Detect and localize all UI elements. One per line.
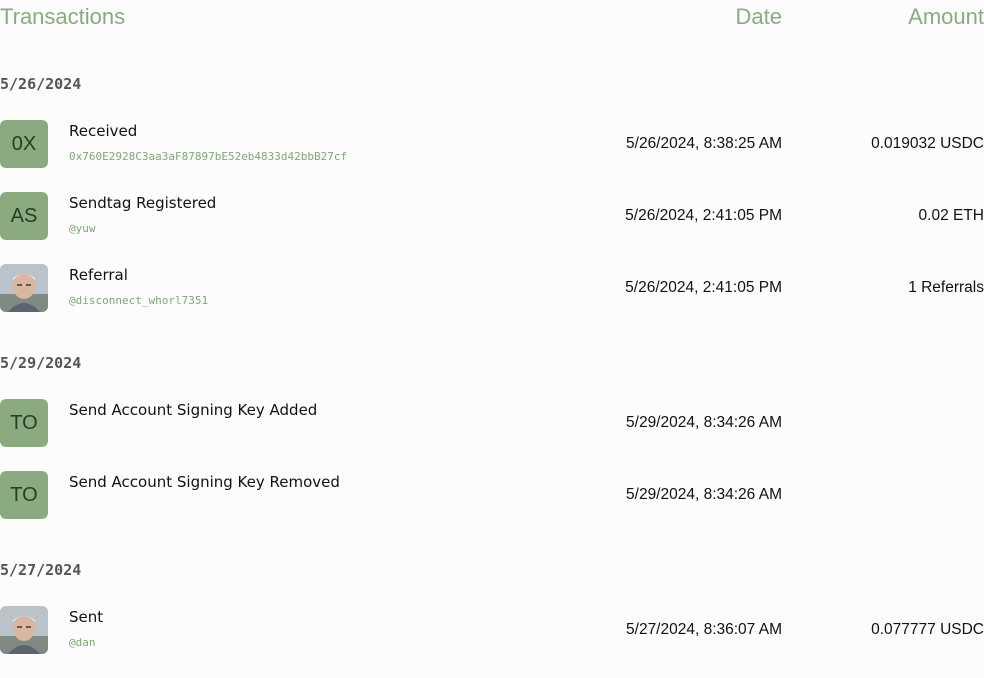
- transaction-row[interactable]: TO Send Account Signing Key Added 5/29/2…: [0, 399, 984, 447]
- transaction-title: Send Account Signing Key Removed: [69, 473, 340, 491]
- avatar-initials: 0X: [11, 132, 37, 155]
- group-date-heading: 5/26/2024: [0, 75, 82, 93]
- transaction-datetime: 5/26/2024, 8:38:25 AM: [626, 135, 782, 152]
- transactions-page: Transactions Date Amount 5/26/2024 0X Re…: [0, 0, 984, 678]
- avatar[interactable]: 0X: [0, 120, 48, 168]
- transaction-amount: 0.077777 USDC: [871, 621, 984, 638]
- transaction-handle[interactable]: @disconnect_whorl7351: [69, 294, 208, 307]
- portrait-icon: [0, 606, 48, 654]
- avatar[interactable]: AS: [0, 192, 48, 240]
- transaction-amount: 1 Referrals: [908, 279, 984, 296]
- avatar-initials: TO: [10, 411, 38, 434]
- transaction-address[interactable]: 0x760E2928C3aa3aF87897bE52eb4833d42bbB27…: [69, 150, 347, 163]
- transaction-datetime: 5/29/2024, 8:34:26 AM: [626, 414, 782, 431]
- transaction-row[interactable]: AS Sendtag Registered @yuw 5/26/2024, 2:…: [0, 192, 984, 240]
- transaction-handle[interactable]: @yuw: [69, 222, 96, 235]
- group-date-heading: 5/29/2024: [0, 354, 82, 372]
- transaction-datetime: 5/27/2024, 8:36:07 AM: [626, 621, 782, 638]
- transaction-datetime: 5/26/2024, 2:41:05 PM: [625, 207, 782, 224]
- avatar-initials: TO: [10, 483, 38, 506]
- avatar[interactable]: TO: [0, 471, 48, 519]
- transaction-title: Send Account Signing Key Added: [69, 401, 318, 419]
- transaction-title: Received: [69, 122, 138, 140]
- transaction-row[interactable]: TO Send Account Signing Key Removed 5/29…: [0, 471, 984, 519]
- transaction-datetime: 5/26/2024, 2:41:05 PM: [625, 279, 782, 296]
- user-photo-avatar[interactable]: [0, 606, 48, 654]
- avatar[interactable]: TO: [0, 399, 48, 447]
- page-title: Transactions: [0, 4, 126, 29]
- transaction-row[interactable]: Sent @dan 5/27/2024, 8:36:07 AM 0.077777…: [0, 606, 984, 654]
- transaction-title: Sendtag Registered: [69, 194, 217, 212]
- avatar-initials: AS: [10, 204, 38, 227]
- group-date-heading: 5/27/2024: [0, 561, 82, 579]
- table-header: Transactions Date Amount: [0, 0, 984, 36]
- date-column-header[interactable]: Date: [736, 4, 782, 30]
- transaction-title: Referral: [69, 266, 128, 284]
- transaction-title: Sent: [69, 608, 104, 626]
- transaction-handle[interactable]: @dan: [69, 636, 96, 649]
- transaction-amount: 0.019032 USDC: [871, 135, 984, 152]
- portrait-icon: [0, 264, 48, 312]
- user-photo-avatar[interactable]: [0, 264, 48, 312]
- transaction-row[interactable]: 0X Received 0x760E2928C3aa3aF87897bE52eb…: [0, 120, 984, 168]
- transaction-datetime: 5/29/2024, 8:34:26 AM: [626, 486, 782, 503]
- amount-column-header[interactable]: Amount: [908, 4, 984, 30]
- transaction-amount: 0.02 ETH: [918, 207, 984, 224]
- transaction-row[interactable]: Referral @disconnect_whorl7351 5/26/2024…: [0, 264, 984, 312]
